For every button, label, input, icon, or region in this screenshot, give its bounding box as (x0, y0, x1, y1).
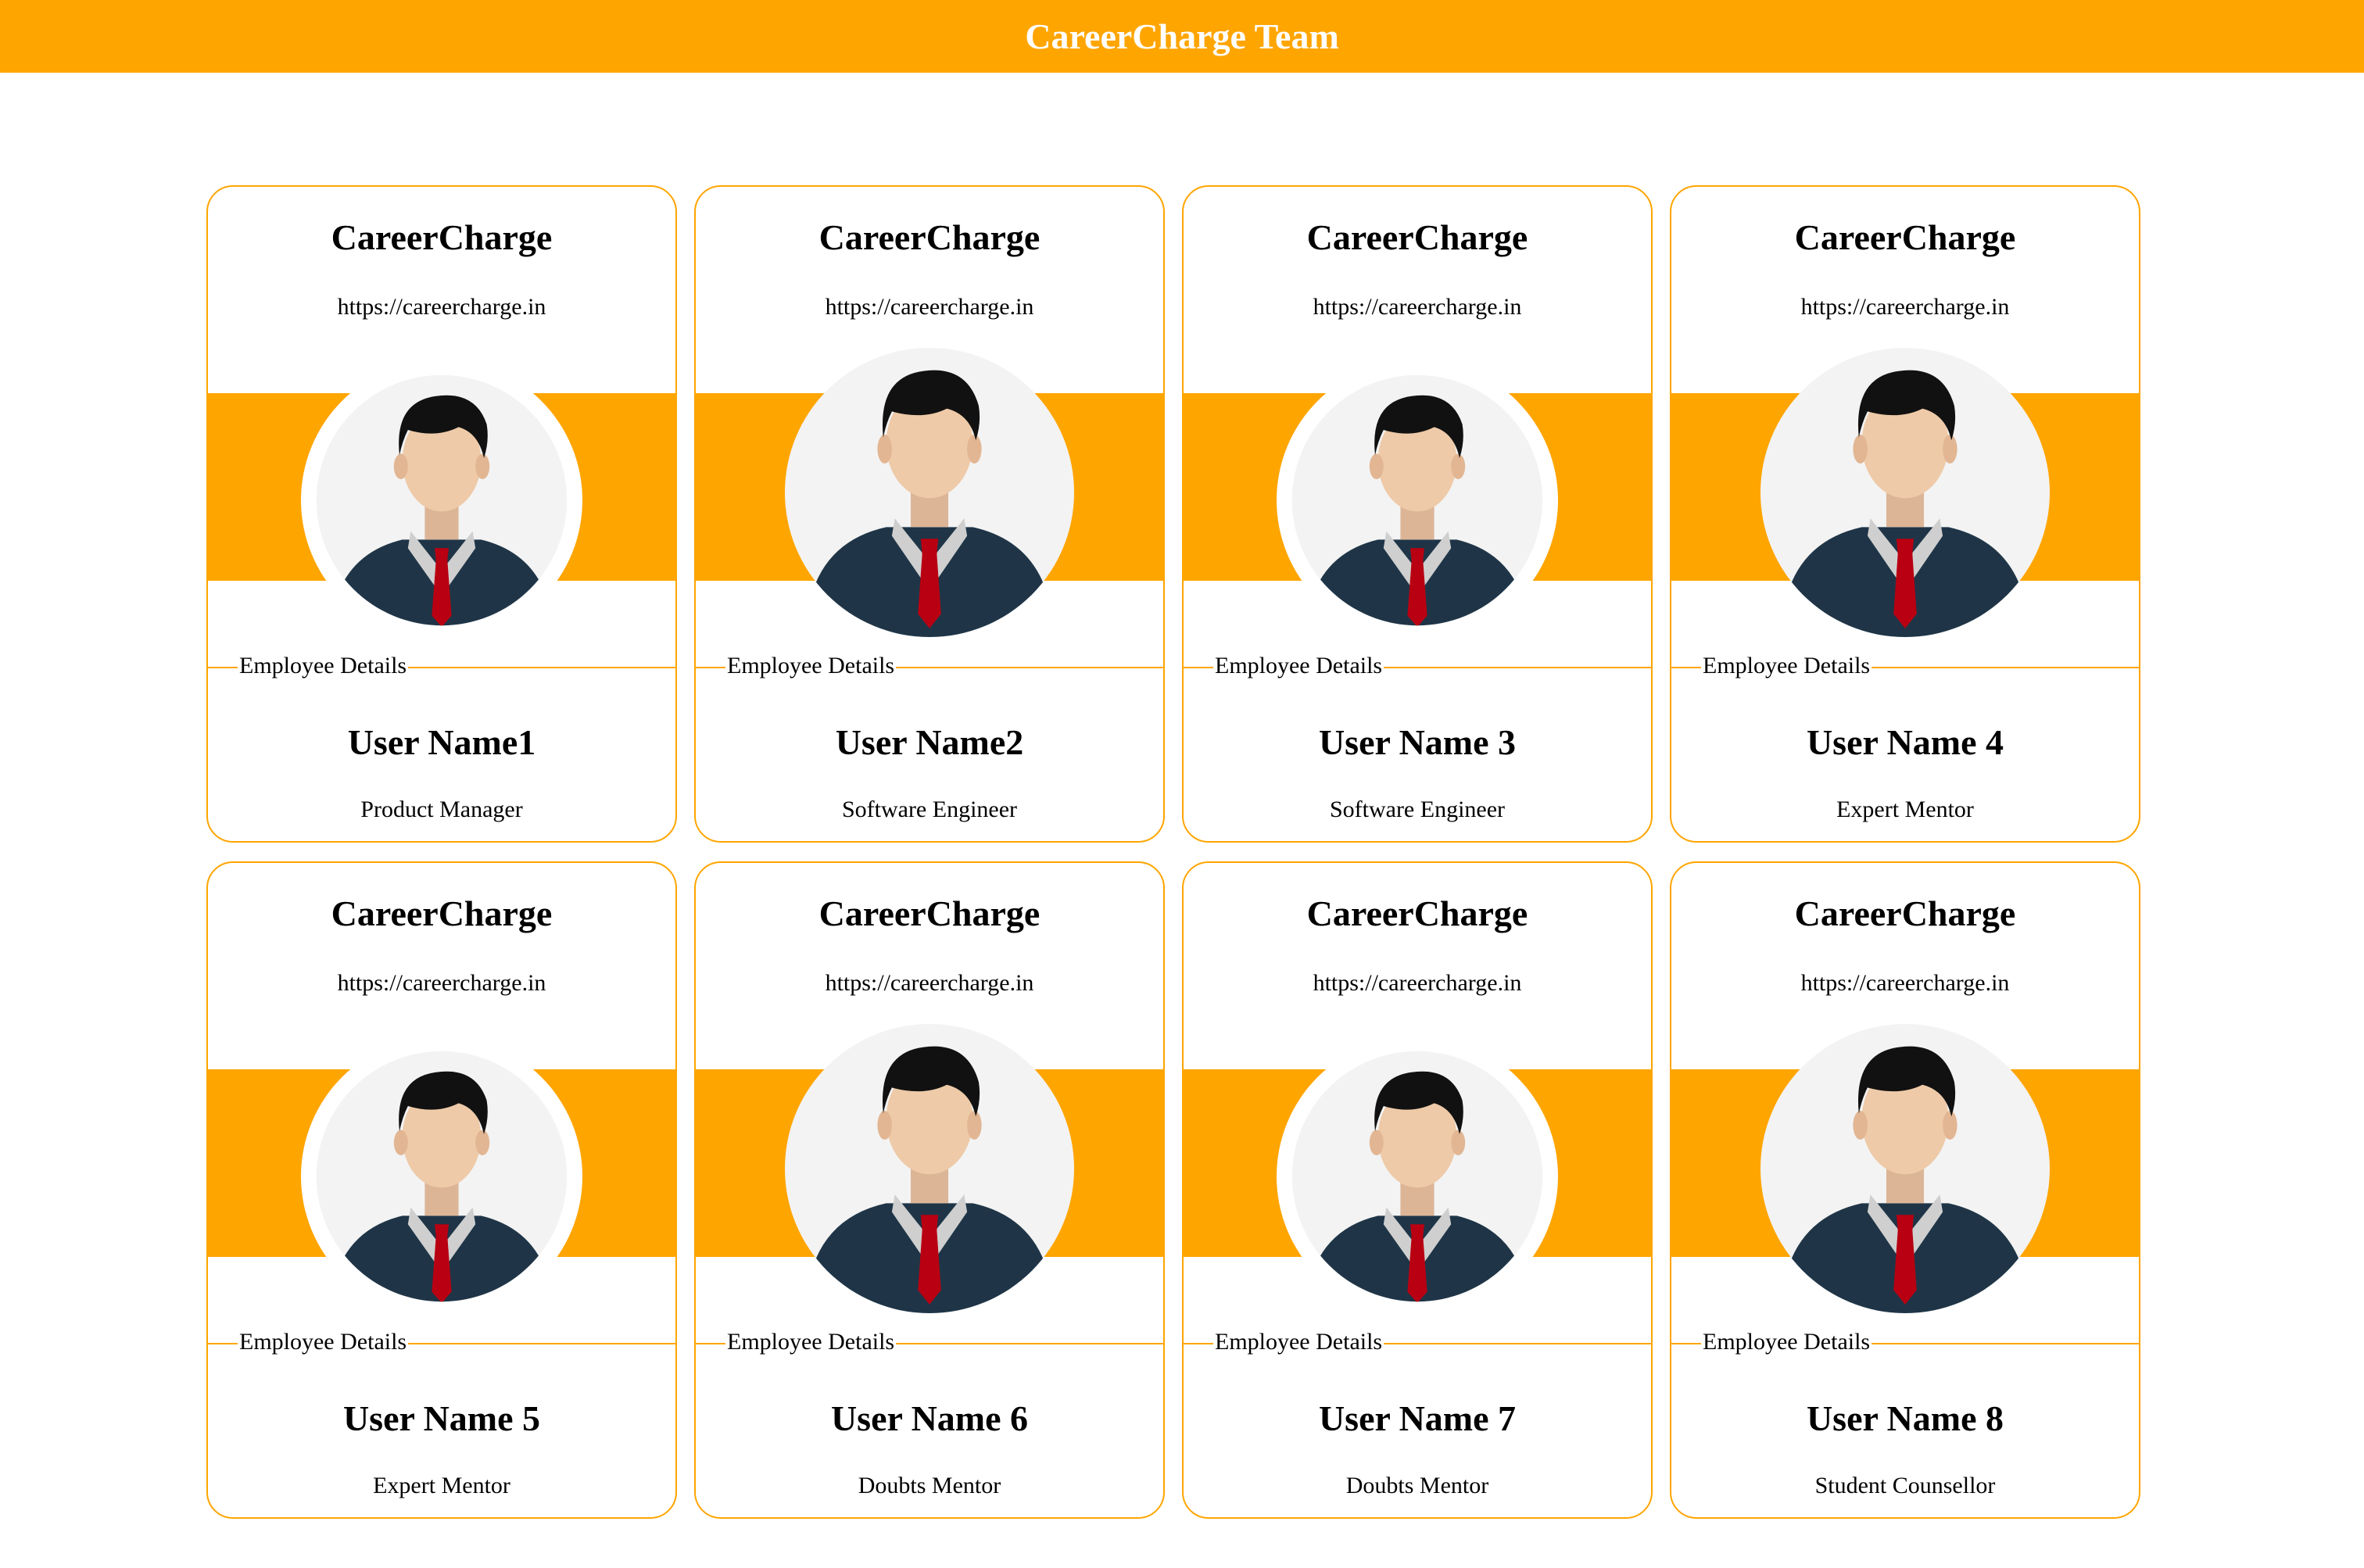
employee-details-label: Employee Details (238, 653, 409, 679)
card-company-url[interactable]: https://careercharge.in (1184, 970, 1651, 997)
employee-role: Doubts Mentor (858, 1473, 1001, 1498)
employee-name: User Name 6 (830, 1398, 1029, 1438)
businessman-avatar-icon (1277, 1036, 1558, 1317)
businessman-avatar-icon (1277, 360, 1558, 641)
employee-card: CareerCharge https://careercharge.in Emp… (206, 861, 677, 1519)
card-company-url[interactable]: https://careercharge.in (1184, 294, 1651, 320)
page-title: CareerCharge Team (1025, 16, 1339, 56)
card-company-name: CareerCharge (331, 893, 553, 933)
employee-details-label: Employee Details (1701, 653, 1872, 679)
card-company-name: CareerCharge (1306, 893, 1528, 933)
card-company-name: CareerCharge (331, 217, 553, 257)
businessman-avatar-icon (301, 1036, 582, 1317)
card-company-url[interactable]: https://careercharge.in (1671, 970, 2139, 997)
employee-details-label: Employee Details (1213, 1329, 1384, 1355)
employee-card: CareerCharge https://careercharge.in Emp… (694, 861, 1165, 1519)
card-company-url[interactable]: https://careercharge.in (1671, 294, 2139, 320)
employee-name: User Name 7 (1318, 1398, 1517, 1438)
employee-card: CareerCharge https://careercharge.in Emp… (1182, 861, 1653, 1519)
employee-details-label: Employee Details (1701, 1329, 1872, 1355)
employee-name: User Name1 (347, 722, 536, 762)
businessman-avatar-icon (301, 360, 582, 641)
top-header-bar: CareerCharge Team (0, 0, 2364, 73)
card-company-url[interactable]: https://careercharge.in (208, 294, 675, 320)
employee-role: Software Engineer (1329, 797, 1506, 822)
employee-details-label: Employee Details (238, 1329, 409, 1355)
card-company-url[interactable]: https://careercharge.in (208, 970, 675, 997)
employee-card: CareerCharge https://careercharge.in Emp… (1670, 861, 2140, 1519)
employee-details-label: Employee Details (1213, 653, 1384, 679)
employee-role: Product Manager (360, 797, 523, 822)
employee-card: CareerCharge https://careercharge.in Emp… (206, 185, 677, 843)
employee-details-label: Employee Details (725, 1329, 897, 1355)
employee-card: CareerCharge https://careercharge.in Emp… (1182, 185, 1653, 843)
card-company-name: CareerCharge (818, 217, 1041, 257)
employee-name: User Name 8 (1806, 1398, 2004, 1438)
employee-details-label: Employee Details (725, 653, 897, 679)
businessman-avatar-icon (1760, 1024, 2050, 1313)
businessman-avatar-icon (785, 348, 1074, 637)
businessman-avatar-icon (1760, 348, 2050, 637)
card-company-name: CareerCharge (1794, 217, 2016, 257)
employee-role: Expert Mentor (373, 1473, 510, 1498)
businessman-avatar-icon (785, 1024, 1074, 1313)
employee-role: Student Counsellor (1814, 1473, 1996, 1498)
card-company-url[interactable]: https://careercharge.in (696, 294, 1163, 320)
employee-card: CareerCharge https://careercharge.in Emp… (694, 185, 1165, 843)
team-card-grid: CareerCharge https://careercharge.in Emp… (206, 185, 2144, 1519)
employee-name: User Name 3 (1318, 722, 1517, 762)
card-company-name: CareerCharge (1794, 893, 2016, 933)
employee-name: User Name 4 (1806, 722, 2004, 762)
employee-name: User Name 5 (342, 1398, 541, 1438)
card-company-name: CareerCharge (818, 893, 1041, 933)
employee-role: Software Engineer (841, 797, 1018, 822)
card-company-name: CareerCharge (1306, 217, 1528, 257)
employee-role: Expert Mentor (1836, 797, 1974, 822)
employee-role: Doubts Mentor (1345, 1473, 1489, 1498)
employee-card: CareerCharge https://careercharge.in Emp… (1670, 185, 2140, 843)
employee-name: User Name2 (835, 722, 1024, 762)
card-company-url[interactable]: https://careercharge.in (696, 970, 1163, 997)
